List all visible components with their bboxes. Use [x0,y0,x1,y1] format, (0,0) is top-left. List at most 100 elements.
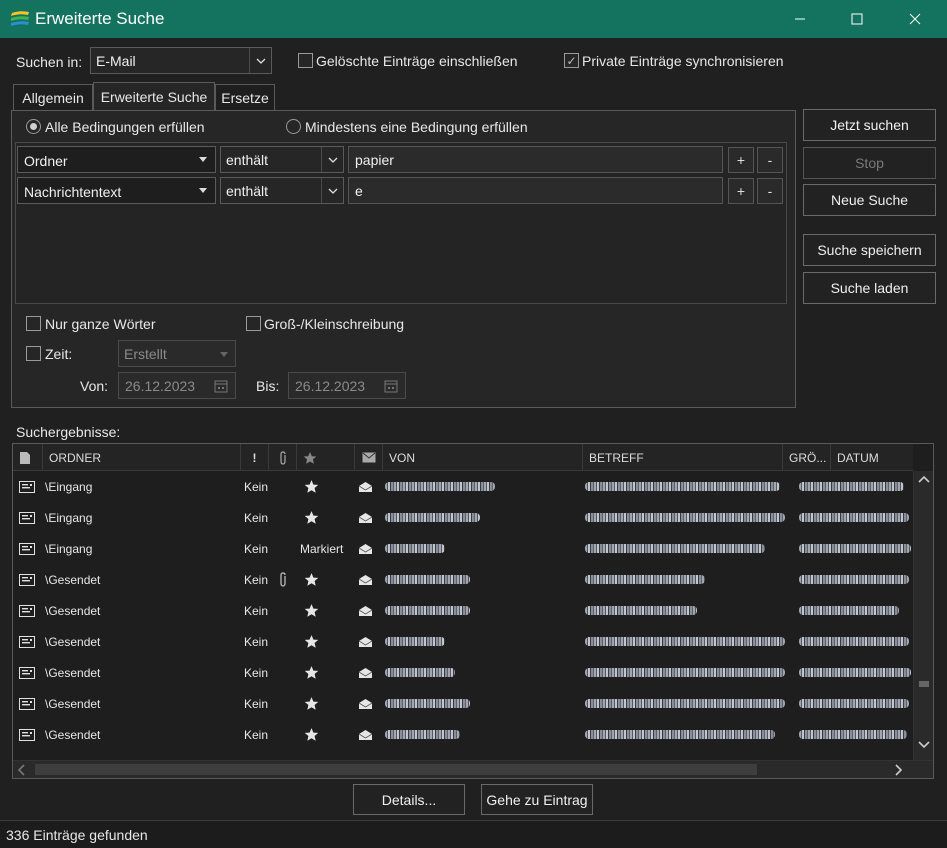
vertical-scrollbar[interactable] [913,471,933,761]
star-icon[interactable] [304,502,322,533]
from-date-value: 26.12.2023 [125,377,196,394]
new-search-button[interactable]: Neue Suche [803,184,936,216]
match-all-radio[interactable] [26,119,41,134]
condition-value-input[interactable]: papier [348,146,723,173]
horizontal-scrollbar[interactable] [13,760,933,778]
star-icon[interactable] [304,657,322,688]
scroll-up-icon[interactable] [918,475,930,483]
condition-operator-select[interactable]: enthält [220,177,344,204]
column-header-priority[interactable]: ! [241,444,269,471]
time-checkbox[interactable] [26,346,41,361]
star-icon[interactable] [304,564,322,595]
star-icon[interactable] [304,719,322,750]
details-button[interactable]: Details... [353,784,465,815]
match-any-radio[interactable] [286,119,301,134]
minimize-button[interactable] [777,0,823,38]
from-date-input[interactable]: 26.12.2023 [118,372,236,399]
row-priority: Kein [244,479,269,494]
column-header-subject[interactable]: BETREFF [583,444,783,471]
table-row[interactable]: \Gesendet Kein [13,688,913,719]
results-table[interactable]: ORDNER ! VON BETREFF GRÖ... DATUM \Einga… [12,443,934,779]
condition-operator-select[interactable]: enthält [220,146,344,173]
row-from-redacted [385,502,580,533]
column-header-date[interactable]: DATUM [831,444,913,471]
close-button[interactable] [892,0,938,38]
title-bar[interactable]: Erweiterte Suche [0,0,947,38]
star-icon[interactable] [304,471,322,502]
row-folder: \Gesendet [45,572,101,587]
tab-allgemein[interactable]: Allgemein [13,84,93,110]
row-folder: \Gesendet [45,603,101,618]
envelope-open-icon [358,502,376,533]
mail-item-icon [19,657,41,688]
condition-field-value: Nachrichtentext [24,184,122,200]
goto-item-button[interactable]: Gehe zu Eintrag [481,784,593,815]
save-search-button[interactable]: Suche speichern [803,234,936,266]
row-priority: Kein [244,541,269,556]
vertical-scroll-thumb[interactable] [919,681,929,687]
mail-item-icon [19,533,41,564]
search-now-button[interactable]: Jetzt suchen [803,109,936,141]
condition-field-select[interactable]: Ordner [17,146,216,173]
row-date-redacted [799,595,911,626]
sync-private-checkbox[interactable]: ✓ [564,53,579,68]
star-icon[interactable] [304,688,322,719]
to-label: Bis: [256,378,280,394]
scroll-left-icon[interactable] [17,764,25,776]
whole-words-checkbox[interactable] [26,316,41,331]
mail-item-icon [19,564,41,595]
table-row[interactable]: \Eingang Kein Markiert [13,533,913,564]
horizontal-scroll-thumb[interactable] [35,764,757,775]
envelope-column-icon[interactable] [355,444,383,471]
star-column-icon[interactable] [297,444,355,471]
add-condition-button[interactable]: + [728,178,754,204]
match-all-label: Alle Bedingungen erfüllen [45,119,205,135]
envelope-open-icon [358,626,376,657]
maximize-button[interactable] [834,0,880,38]
search-in-select[interactable]: E-Mail [90,47,272,74]
table-row[interactable]: \Gesendet Kein [13,595,913,626]
table-row[interactable]: \Gesendet Kein [13,657,913,688]
calendar-icon[interactable] [384,379,398,393]
scroll-down-icon[interactable] [918,741,930,749]
column-header-from[interactable]: VON [383,444,583,471]
scroll-right-icon[interactable] [895,764,903,776]
attachment-column-icon[interactable] [269,444,297,471]
column-header-size[interactable]: GRÖ... [783,444,831,471]
table-row[interactable]: \Eingang Kein [13,502,913,533]
row-subject-redacted [585,719,785,750]
add-condition-button[interactable]: + [728,147,754,173]
condition-field-select[interactable]: Nachrichtentext [17,177,216,204]
table-row[interactable]: \Gesendet Kein [13,626,913,657]
tab-erweiterte-suche[interactable]: Erweiterte Suche [93,82,215,111]
table-row[interactable]: \Eingang Kein [13,471,913,502]
row-from-redacted [385,719,580,750]
condition-operator-value: enthält [226,152,269,168]
mail-item-icon [19,688,41,719]
row-flag[interactable]: Markiert [300,533,356,564]
column-header-folder[interactable]: ORDNER [43,444,241,471]
remove-condition-button[interactable]: - [757,178,783,204]
chevron-down-icon [321,178,343,203]
calendar-icon[interactable] [214,379,228,393]
row-folder: \Gesendet [45,727,101,742]
include-deleted-checkbox[interactable] [298,53,313,68]
remove-condition-button[interactable]: - [757,147,783,173]
row-from-redacted [385,533,580,564]
row-from-redacted [385,688,580,719]
case-sensitive-checkbox[interactable] [246,316,261,331]
status-bar: 336 Einträge gefunden [0,820,947,848]
table-row[interactable]: \Gesendet Kein [13,564,913,595]
star-icon[interactable] [304,595,322,626]
time-type-select[interactable]: Erstellt [118,340,236,367]
tab-ersetze[interactable]: Ersetze [215,84,275,110]
stop-button[interactable]: Stop [803,147,936,179]
to-date-input[interactable]: 26.12.2023 [288,372,406,399]
star-icon[interactable] [304,626,322,657]
load-search-button[interactable]: Suche laden [803,272,936,304]
table-row[interactable]: \Gesendet Kein [13,719,913,750]
app-logo-icon [10,10,30,27]
row-subject-redacted [585,533,785,564]
item-type-column-icon[interactable] [13,444,43,471]
condition-value-input[interactable]: e [348,177,723,204]
